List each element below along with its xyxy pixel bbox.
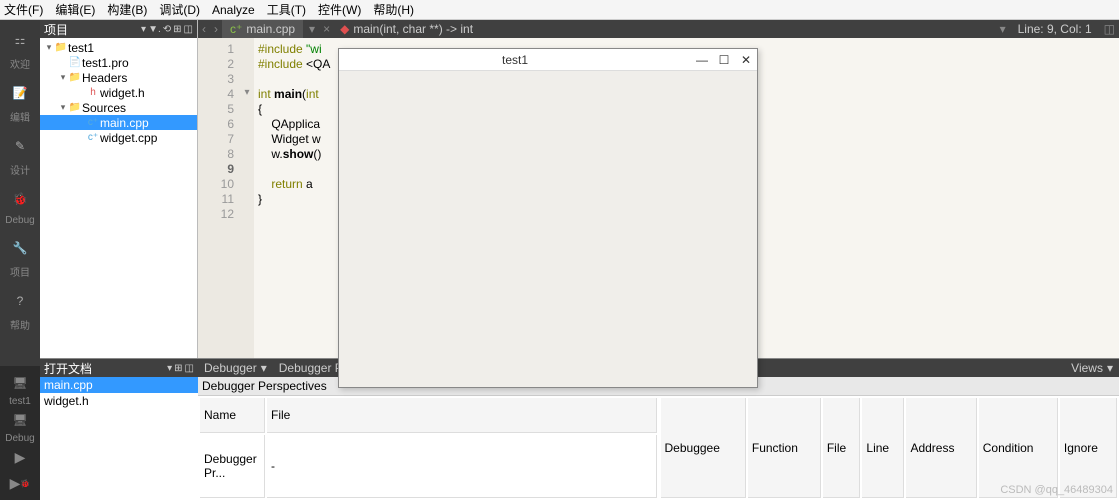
target-icon[interactable]: 🖥 (0, 370, 40, 396)
menu-edit[interactable]: 编辑(E) (55, 1, 95, 18)
open-files-list[interactable]: main.cppwidget.h (40, 377, 198, 500)
debugger-tab[interactable]: Debugger ▾ (198, 361, 273, 375)
filter-icon[interactable]: ▼. (148, 24, 161, 35)
tree-main-cpp[interactable]: c⁺main.cpp (40, 115, 197, 130)
menu-tools[interactable]: 工具(T) (267, 1, 306, 18)
debug-label: Debug (5, 215, 34, 226)
nav-back-icon[interactable]: ‹ (198, 22, 210, 36)
target-name: test1 (0, 396, 40, 407)
expand-icon[interactable]: ⊞ (173, 24, 181, 35)
open-file-item[interactable]: widget.h (40, 393, 198, 409)
menu-help[interactable]: 帮助(H) (373, 1, 414, 18)
welcome-label: 欢迎 (10, 56, 30, 71)
status-dropdown-icon[interactable]: ▾ (996, 22, 1010, 36)
expand-icon[interactable]: ⊞ (174, 363, 182, 374)
function-icon: ◆ (340, 22, 349, 36)
fold-gutter[interactable]: ▾ (240, 38, 254, 358)
debug-run-button[interactable]: ▶🐞 (0, 470, 40, 496)
project-label: 项目 (10, 264, 30, 279)
cpp-file-icon: c⁺ (230, 22, 242, 36)
line-gutter: 123456789101112 (198, 38, 240, 358)
tab-dropdown-icon[interactable]: ▾ (305, 22, 319, 36)
design-icon[interactable]: ✎ (6, 132, 34, 160)
menu-widgets[interactable]: 控件(W) (318, 1, 361, 18)
mode-bar: ⚏ 欢迎 📝 编辑 ✎ 设计 🐞 Debug 🔧 项目 ? 帮助 🖥 test1… (0, 20, 40, 500)
open-files-header: 打开文档 ▾ ⊞ ◫ (40, 359, 198, 377)
tree-widget-h[interactable]: hwidget.h (40, 85, 197, 100)
cursor-position: Line: 9, Col: 1 (1010, 22, 1100, 36)
project-pane: 项目 ▾ ▼. ⟲ ⊞ ◫ ▾📁test1 📄test1.pro ▾📁Heade… (40, 20, 198, 358)
open-files-pane: 打开文档 ▾ ⊞ ◫ main.cppwidget.h (40, 359, 198, 500)
project-header: 项目 ▾ ▼. ⟲ ⊞ ◫ (40, 20, 197, 38)
split-icon[interactable]: ◫ (184, 24, 193, 35)
editor-tab-main[interactable]: c⁺ main.cpp (222, 20, 303, 38)
nav-fwd-icon[interactable]: › (210, 22, 222, 36)
project-tree[interactable]: ▾📁test1 📄test1.pro ▾📁Headers hwidget.h ▾… (40, 38, 197, 358)
sync-icon[interactable]: ⟲ (163, 24, 171, 35)
minimize-button[interactable]: — (691, 53, 713, 67)
watermark: CSDN @qq_46489304 (1000, 484, 1113, 496)
edit-label: 编辑 (10, 109, 30, 124)
tab-filename: main.cpp (246, 22, 295, 36)
help-label: 帮助 (10, 317, 30, 332)
views-menu[interactable]: Views ▾ (1065, 361, 1119, 375)
project-header-title: 项目 (44, 21, 139, 38)
run-button[interactable]: ▶ (0, 444, 40, 470)
buildcfg-icon[interactable]: 🖥 (0, 407, 40, 433)
welcome-icon[interactable]: ⚏ (6, 26, 34, 54)
tree-widget-cpp[interactable]: c⁺widget.cpp (40, 130, 197, 145)
maximize-button[interactable]: ☐ (713, 53, 735, 67)
tree-root[interactable]: ▾📁test1 (40, 40, 197, 55)
app-window[interactable]: test1 — ☐ ✕ (338, 48, 758, 388)
dropdown-icon[interactable]: ▾ (167, 363, 172, 374)
debugger-left-table[interactable]: NameFile Debugger Pr...- (198, 396, 659, 500)
menu-file[interactable]: 文件(F) (4, 1, 43, 18)
split-editor-icon[interactable]: ◫ (1100, 22, 1119, 36)
debug-icon[interactable]: 🐞 (6, 185, 34, 213)
menu-debug[interactable]: 调试(D) (159, 1, 200, 18)
tree-headers[interactable]: ▾📁Headers (40, 70, 197, 85)
close-button[interactable]: ✕ (735, 53, 757, 67)
buildcfg-label: Debug (0, 433, 40, 444)
split-icon[interactable]: ◫ (185, 363, 194, 374)
menu-bar: 文件(F) 编辑(E) 构建(B) 调试(D) Analyze 工具(T) 控件… (0, 0, 1119, 20)
app-titlebar[interactable]: test1 — ☐ ✕ (339, 49, 757, 71)
help-icon[interactable]: ? (6, 287, 34, 315)
open-files-title: 打开文档 (44, 360, 165, 377)
edit-icon[interactable]: 📝 (6, 79, 34, 107)
project-icon[interactable]: 🔧 (6, 234, 34, 262)
symbol-crumb[interactable]: ◆ main(int, char **) -> int (334, 22, 479, 36)
editor-tabbar: ‹ › c⁺ main.cpp ▾ × ◆ main(int, char **)… (198, 20, 1119, 38)
menu-build[interactable]: 构建(B) (107, 1, 147, 18)
tree-sources[interactable]: ▾📁Sources (40, 100, 197, 115)
kit-selector: 🖥 test1 🖥 Debug ▶ ▶🐞 (0, 366, 40, 500)
app-title: test1 (339, 53, 691, 67)
menu-analyze[interactable]: Analyze (212, 3, 255, 17)
dropdown-icon[interactable]: ▾ (141, 24, 146, 35)
tree-pro-file[interactable]: 📄test1.pro (40, 55, 197, 70)
open-file-item[interactable]: main.cpp (40, 377, 198, 393)
design-label: 设计 (10, 162, 30, 177)
tab-close-icon[interactable]: × (319, 22, 334, 36)
